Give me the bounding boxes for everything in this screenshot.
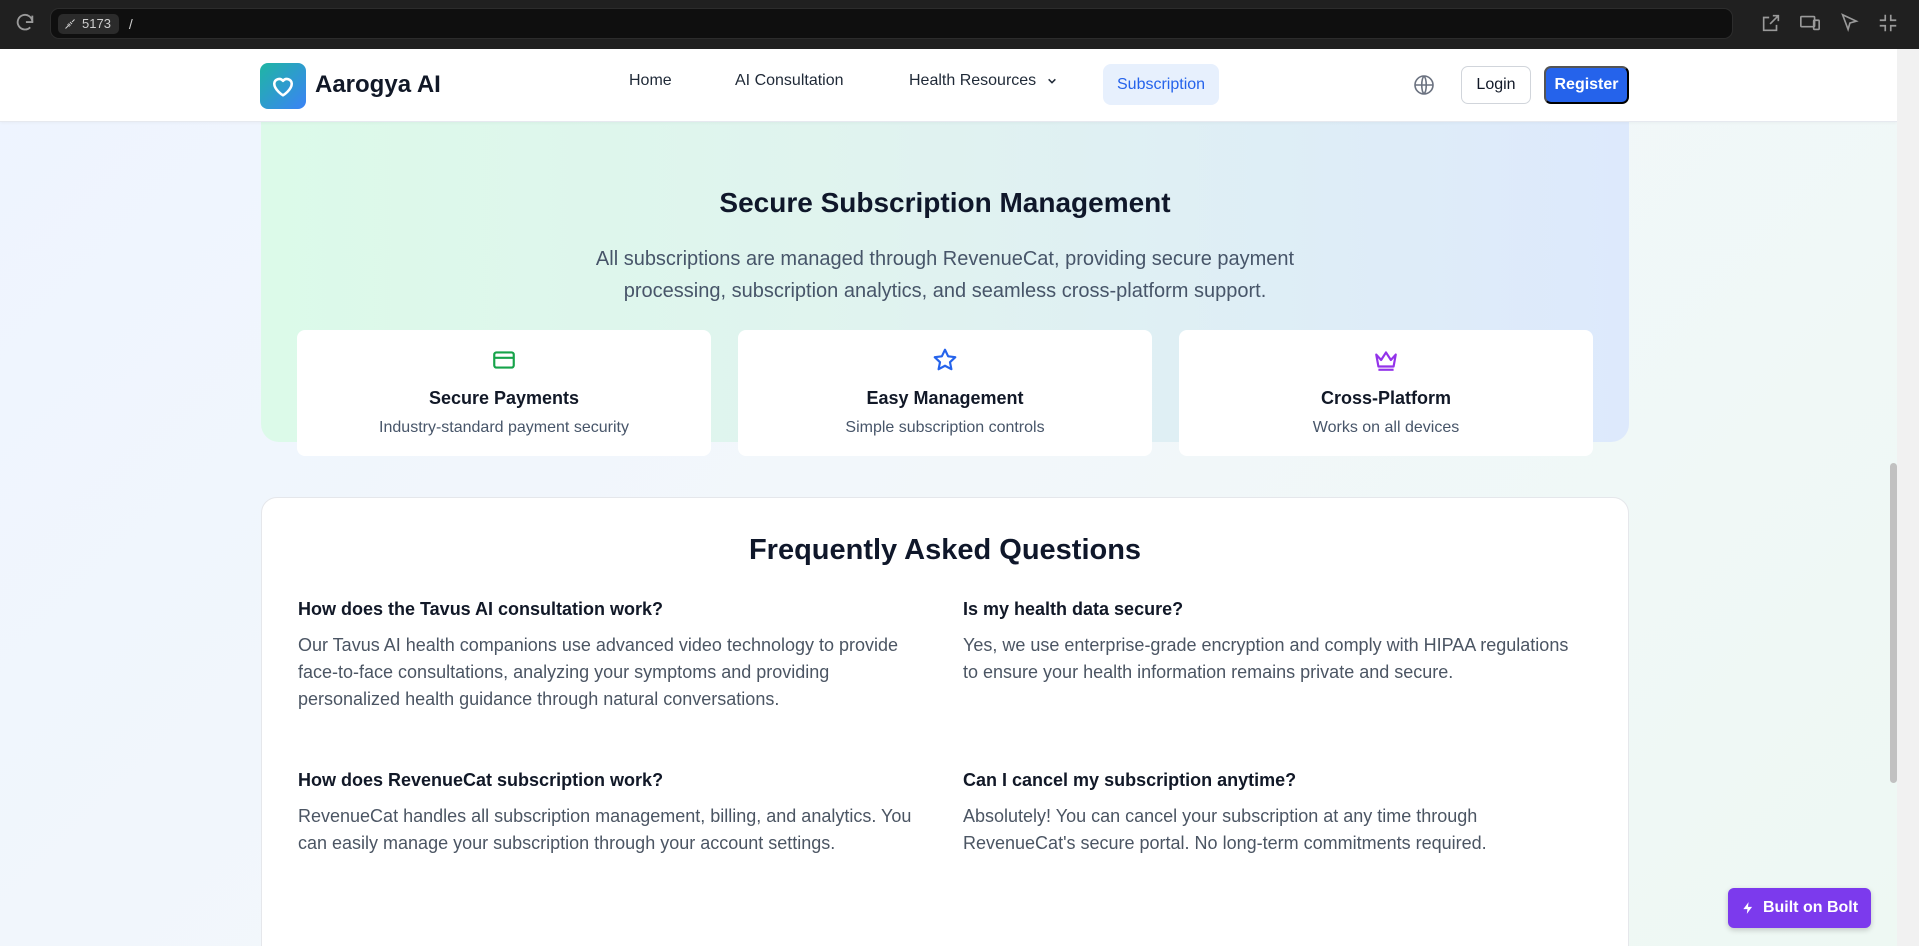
secure-section-description: All subscriptions are managed through Re… (595, 248, 1295, 302)
faq-section: Frequently Asked Questions How does the … (261, 497, 1629, 946)
secure-subscription-section: Secure Subscription Management All subsc… (261, 109, 1629, 456)
reload-icon[interactable] (14, 12, 36, 34)
nav-home[interactable]: Home (629, 72, 672, 90)
login-button[interactable]: Login (1461, 66, 1531, 104)
feature-title: Easy Management (866, 388, 1024, 408)
register-button[interactable]: Register (1544, 66, 1629, 104)
faq-answer: Yes, we use enterprise-grade encryption … (963, 635, 1569, 682)
faq-question: Is my health data secure? (963, 599, 1184, 619)
star-icon (932, 347, 958, 373)
bolt-label: Built on Bolt (1762, 899, 1859, 916)
lightning-icon (1743, 902, 1753, 914)
faq-question: How does RevenueCat subscription work? (298, 770, 664, 790)
faq-item: How does RevenueCat subscription work? R… (298, 770, 918, 857)
faq-item: How does the Tavus AI consultation work?… (298, 599, 918, 713)
feature-card-secure-payments: Secure Payments Industry-standard paymen… (297, 330, 711, 456)
faq-item: Can I cancel my subscription anytime? Ab… (963, 770, 1583, 857)
devices-icon[interactable] (1799, 12, 1821, 34)
feature-title: Cross-Platform (1320, 388, 1452, 408)
feature-card-easy-management: Easy Management Simple subscription cont… (738, 330, 1152, 456)
feature-card-cross-platform: Cross-Platform Works on all devices (1179, 330, 1593, 456)
feature-description: Industry-standard payment security (379, 419, 629, 436)
faq-answer: RevenueCat handles all subscription mana… (298, 806, 912, 853)
faq-answer: Our Tavus AI health companions use advan… (298, 635, 899, 709)
nav-health-resources-label: Health Resources (909, 72, 1037, 89)
nav-subscription[interactable]: Subscription (1103, 64, 1220, 105)
chevron-down-icon (1047, 78, 1056, 84)
globe-icon[interactable] (1412, 73, 1436, 97)
faq-question: How does the Tavus AI consultation work? (298, 599, 664, 619)
heart-icon (272, 77, 294, 97)
secure-section-title: Secure Subscription Management (719, 187, 1171, 218)
faq-item: Is my health data secure? Yes, we use en… (963, 599, 1583, 686)
feature-title: Secure Payments (428, 388, 580, 408)
collapse-icon[interactable] (1877, 12, 1899, 34)
open-external-icon[interactable] (1760, 12, 1782, 34)
top-navigation: Aarogya AI Home AI Consultation Health R… (0, 49, 1897, 122)
feature-description: Works on all devices (1312, 419, 1460, 436)
page-viewport: Secure Subscription Management All subsc… (0, 49, 1897, 946)
nav-ai-consultation[interactable]: AI Consultation (735, 72, 844, 90)
faq-title: Frequently Asked Questions (748, 534, 1142, 566)
port-chip[interactable]: 5173 (58, 13, 119, 34)
built-on-bolt-badge[interactable]: Built on Bolt (1728, 888, 1871, 928)
port-label: 5173 (82, 16, 111, 31)
faq-answer: Absolutely! You can cancel your subscrip… (963, 806, 1487, 853)
browser-toolbar: 5173 / (0, 0, 1919, 49)
scrollbar-track[interactable] (1897, 49, 1919, 946)
brand-name[interactable]: Aarogya AI (315, 71, 441, 99)
unplugged-icon (65, 18, 75, 29)
crown-icon (1373, 347, 1399, 373)
logo[interactable] (260, 63, 306, 109)
feature-description: Simple subscription controls (845, 419, 1045, 436)
scrollbar-thumb[interactable] (1890, 463, 1897, 783)
nav-health-resources[interactable]: Health Resources (909, 72, 1057, 90)
url-path: / (128, 15, 133, 32)
faq-question: Can I cancel my subscription anytime? (963, 770, 1297, 790)
inspect-cursor-icon[interactable] (1838, 12, 1860, 34)
address-bar[interactable]: 5173 / (50, 8, 1733, 39)
credit-card-icon (491, 347, 517, 373)
